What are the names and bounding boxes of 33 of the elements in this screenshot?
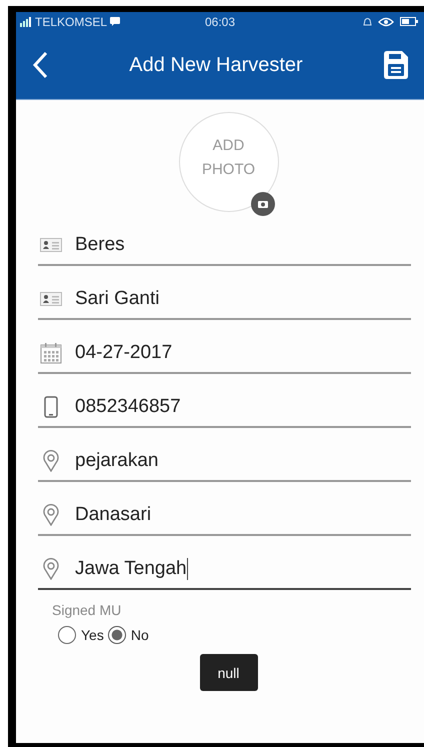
field-value: pejarakan <box>75 450 158 472</box>
signal-icon <box>20 16 32 26</box>
submit-button[interactable]: null <box>200 654 258 691</box>
field-value: Beres <box>75 234 125 256</box>
field-value: Jawa Tengah <box>75 558 187 580</box>
input-field[interactable]: pejarakan <box>38 442 411 482</box>
radio-option[interactable]: No <box>108 626 149 644</box>
message-icon <box>110 17 120 26</box>
text-cursor <box>186 558 188 580</box>
id-card-icon <box>40 238 62 252</box>
field-value: 04-27-2017 <box>75 342 172 364</box>
field-value: Danasari <box>75 504 152 526</box>
field-value: Sari Ganti <box>75 288 160 310</box>
input-field[interactable]: 0852346857 <box>38 388 411 428</box>
field-label: Signed MU <box>52 602 122 618</box>
save-button[interactable] <box>382 49 410 81</box>
input-field[interactable]: Beres <box>38 226 411 266</box>
field-value: 0852346857 <box>75 396 181 418</box>
radio-option[interactable]: Yes <box>58 626 104 644</box>
battery-icon <box>400 17 418 26</box>
status-time: 06:03 <box>204 14 236 28</box>
screen-title: Add New Harvester <box>129 54 303 76</box>
input-field[interactable]: 04-27-2017 <box>38 334 411 374</box>
calendar-icon <box>40 342 62 364</box>
input-field[interactable]: Jawa Tengah <box>38 550 411 590</box>
back-button[interactable] <box>30 49 50 81</box>
id-card-icon <box>40 292 62 306</box>
carrier-name: TELKOMSEL <box>35 14 108 28</box>
input-field[interactable]: Sari Ganti <box>38 280 411 320</box>
camera-icon[interactable] <box>250 192 274 216</box>
bell-icon <box>363 16 372 26</box>
eye-icon <box>378 16 394 26</box>
input-field[interactable]: Danasari <box>38 496 411 536</box>
